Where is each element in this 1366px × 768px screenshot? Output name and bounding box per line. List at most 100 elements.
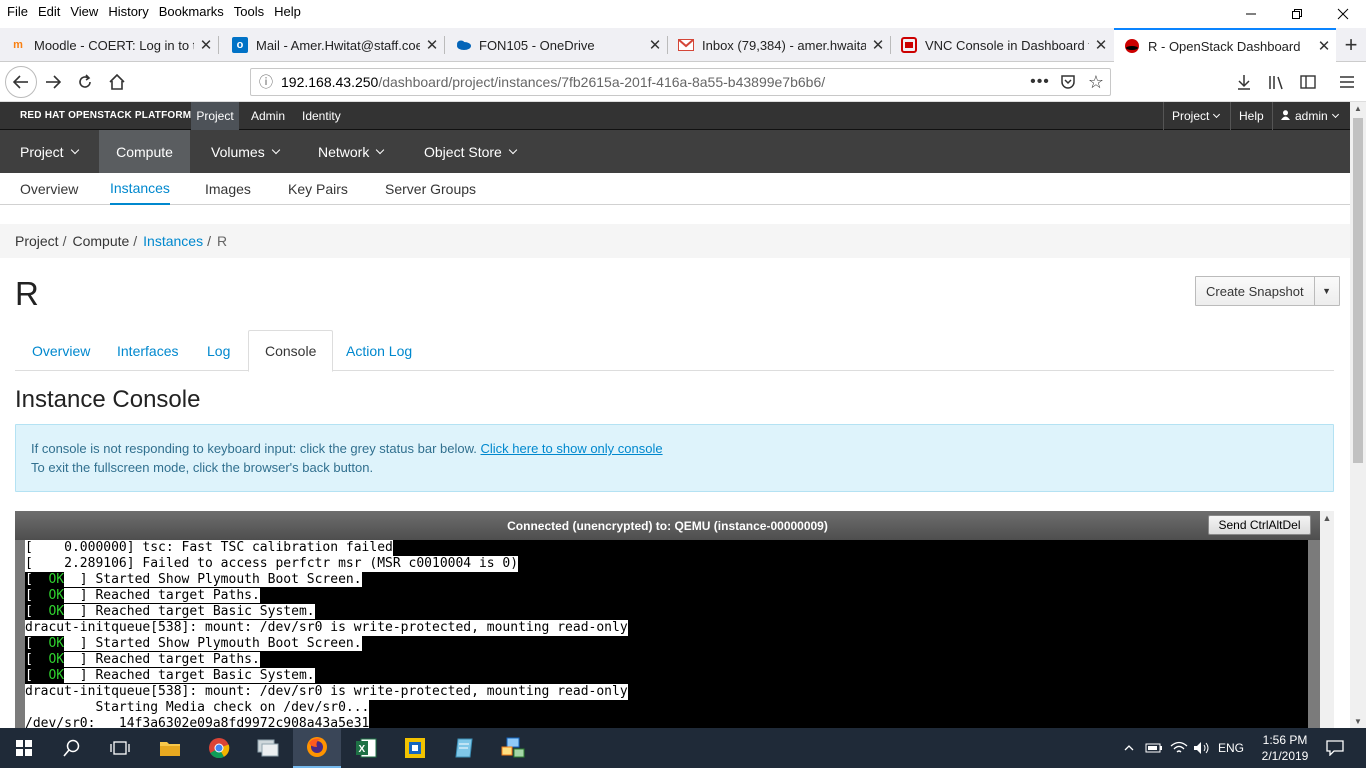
bookmark-star-icon[interactable]: ☆: [1081, 67, 1111, 97]
wifi-icon[interactable]: [1168, 728, 1190, 768]
reload-icon[interactable]: [70, 67, 100, 97]
menu-file[interactable]: File: [2, 4, 33, 19]
menu-bookmarks[interactable]: Bookmarks: [154, 4, 229, 19]
console-bracket: [: [25, 572, 49, 587]
close-tab-icon[interactable]: ✕: [194, 36, 218, 54]
tab-onedrive[interactable]: FON105 - OneDrive ✕: [445, 28, 667, 62]
menu-tools[interactable]: Tools: [229, 4, 269, 19]
top-nav-admin[interactable]: Admin: [243, 102, 293, 130]
tab-openstack[interactable]: R - OpenStack Dashboard ✕: [1114, 28, 1336, 62]
subnav-instances[interactable]: Instances: [110, 173, 170, 205]
tab-mail[interactable]: o Mail - Amer.Hwitat@staff.coer ✕: [222, 28, 444, 62]
chevron-up-icon[interactable]: [1120, 728, 1138, 768]
subnav-images[interactable]: Images: [205, 173, 251, 205]
windows-start-icon[interactable]: [0, 728, 48, 768]
task-view-icon[interactable]: [96, 728, 144, 768]
vnc-scrollbar[interactable]: ▲: [1320, 511, 1334, 728]
help-link[interactable]: Help: [1230, 102, 1272, 130]
menu-help[interactable]: Help: [269, 4, 306, 19]
subnav-server-groups[interactable]: Server Groups: [385, 173, 476, 205]
nav-compute[interactable]: Compute: [99, 130, 190, 173]
restore-icon[interactable]: [1274, 0, 1320, 28]
network-app-icon[interactable]: [244, 728, 292, 768]
nav-network[interactable]: Network: [298, 130, 403, 173]
chrome-icon[interactable]: [195, 728, 243, 768]
scroll-up-icon[interactable]: ▲: [1320, 511, 1334, 523]
notepad-icon[interactable]: [440, 728, 488, 768]
tab-console[interactable]: Console: [248, 330, 334, 372]
console-bracket: [: [25, 652, 49, 667]
vnc-canvas-area[interactable]: [ 0.000000] tsc: Fast TSC calibration fa…: [15, 540, 1320, 728]
forward-icon[interactable]: [38, 67, 68, 97]
page-actions-icon[interactable]: •••: [1025, 67, 1055, 97]
search-icon[interactable]: [48, 728, 96, 768]
battery-icon[interactable]: [1143, 728, 1165, 768]
user-dropdown[interactable]: admin: [1272, 102, 1346, 130]
top-nav-project[interactable]: Project: [191, 102, 239, 130]
menu-history[interactable]: History: [103, 4, 153, 19]
project-dropdown[interactable]: Project: [1163, 102, 1227, 130]
nav-object-store[interactable]: Object Store: [404, 130, 536, 173]
notifications-icon[interactable]: [1320, 728, 1350, 768]
nav-project[interactable]: Project: [0, 130, 99, 173]
back-icon[interactable]: [5, 66, 37, 98]
close-tab-icon[interactable]: ✕: [866, 36, 890, 54]
file-explorer-icon[interactable]: [146, 728, 194, 768]
tab-moodle[interactable]: m Moodle - COERT: Log in to the ✕: [0, 28, 218, 62]
page-scrollbar[interactable]: ▲ ▼: [1350, 102, 1366, 728]
page-title: R: [15, 275, 39, 312]
breadcrumb-instances[interactable]: Instances: [143, 233, 203, 249]
info-icon[interactable]: ⓘ: [251, 72, 281, 92]
nav-volumes[interactable]: Volumes: [191, 130, 299, 173]
url-bar[interactable]: ⓘ 192.168.43.250/dashboard/project/insta…: [250, 68, 1111, 96]
onedrive-icon: [455, 37, 471, 53]
sidebar-icon[interactable]: [1293, 67, 1323, 97]
chevron-down-icon: [376, 145, 385, 155]
home-icon[interactable]: [102, 67, 132, 97]
instance-detail-tabs: Overview Interfaces Log Console Action L…: [15, 330, 1334, 372]
show-only-console-link[interactable]: Click here to show only console: [481, 441, 663, 456]
brand-logo[interactable]: RED HAT OPENSTACK PLATFORM: [20, 110, 191, 121]
send-ctrlaltdel-button[interactable]: Send CtrlAltDel: [1208, 515, 1311, 535]
scroll-up-icon[interactable]: ▲: [1350, 104, 1366, 113]
remote-desktop-icon[interactable]: [489, 728, 537, 768]
minimize-icon[interactable]: [1228, 0, 1274, 28]
vnc-status-bar[interactable]: Connected (unencrypted) to: QEMU (instan…: [15, 511, 1320, 540]
tab-overview[interactable]: Overview: [16, 330, 106, 371]
section-title: Instance Console: [15, 386, 201, 413]
console-line: [ 0.000000] tsc: Fast TSC calibration fa…: [25, 540, 393, 556]
menu-view[interactable]: View: [65, 4, 103, 19]
page-scrollbar-thumb[interactable]: [1353, 118, 1363, 463]
library-icon[interactable]: [1261, 67, 1291, 97]
nav-label: Network: [318, 143, 370, 160]
menu-edit[interactable]: Edit: [33, 4, 65, 19]
vnc-screen[interactable]: [ 0.000000] tsc: Fast TSC calibration fa…: [25, 540, 1308, 728]
tab-interfaces[interactable]: Interfaces: [101, 330, 194, 371]
pocket-icon[interactable]: [1053, 67, 1083, 97]
actions-dropdown-toggle[interactable]: ▼: [1315, 277, 1339, 305]
clock[interactable]: 1:56 PM 2/1/2019: [1254, 728, 1316, 768]
tab-vnc-bug[interactable]: VNC Console in Dashboard fail ✕: [891, 28, 1113, 62]
subnav-key-pairs[interactable]: Key Pairs: [288, 173, 348, 205]
scroll-down-icon[interactable]: ▼: [1350, 717, 1366, 726]
hamburger-menu-icon[interactable]: [1332, 67, 1362, 97]
close-tab-icon[interactable]: ✕: [1312, 37, 1336, 55]
create-snapshot-button[interactable]: Create Snapshot: [1196, 277, 1315, 305]
close-tab-icon[interactable]: ✕: [420, 36, 444, 54]
excel-icon[interactable]: X: [342, 728, 390, 768]
top-nav-identity[interactable]: Identity: [294, 102, 349, 130]
close-tab-icon[interactable]: ✕: [643, 36, 667, 54]
input-language[interactable]: ENG: [1214, 728, 1248, 768]
downloads-icon[interactable]: [1229, 67, 1259, 97]
tab-log[interactable]: Log: [191, 330, 246, 371]
tab-action-log[interactable]: Action Log: [330, 330, 428, 371]
console-message: ] Reached target Basic System.: [64, 604, 315, 619]
app-icon[interactable]: [391, 728, 439, 768]
tab-gmail[interactable]: Inbox (79,384) - amer.hwaitat@ ✕: [668, 28, 890, 62]
firefox-icon[interactable]: [293, 728, 341, 768]
new-tab-icon[interactable]: +: [1336, 28, 1366, 62]
close-window-icon[interactable]: [1320, 0, 1366, 28]
subnav-overview[interactable]: Overview: [20, 173, 78, 205]
volume-icon[interactable]: [1191, 728, 1213, 768]
close-tab-icon[interactable]: ✕: [1089, 36, 1113, 54]
